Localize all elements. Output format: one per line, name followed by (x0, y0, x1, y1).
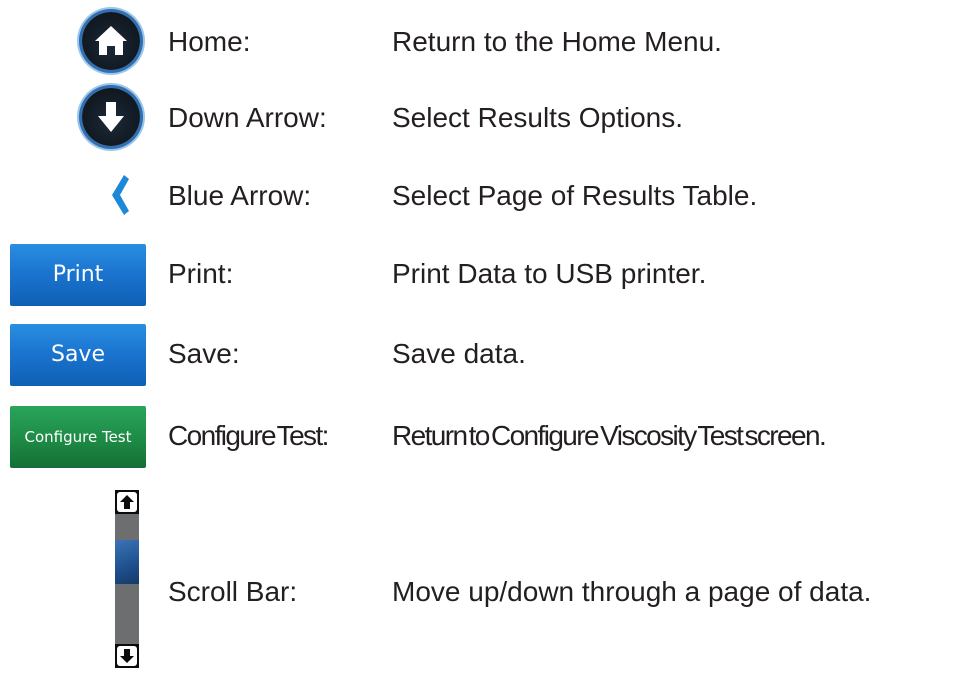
scroll-thumb[interactable] (115, 540, 139, 584)
legend-term: Down Arrow: (168, 102, 327, 133)
scroll-track[interactable] (115, 514, 139, 644)
legend-term: Home: (168, 26, 251, 57)
legend-term: Save: (168, 338, 240, 369)
legend-term: Print: (168, 258, 234, 289)
legend-term: Scroll Bar: (168, 576, 298, 607)
legend-term: Configure Test: (168, 420, 329, 451)
legend-description: Return to Configure Viscosity Test scree… (392, 420, 827, 451)
legend-description: Print Data to USB printer. (392, 258, 707, 289)
legend-description: Select Page of Results Table. (392, 180, 758, 211)
legend-term: Blue Arrow: (168, 180, 312, 211)
home-icon[interactable] (82, 12, 140, 70)
legend-description: Select Results Options. (392, 102, 684, 133)
legend-description: Save data. (392, 338, 526, 369)
scroll-bar-icon[interactable] (115, 490, 139, 668)
scroll-down-button[interactable] (115, 644, 139, 668)
legend-description: Move up/down through a page of data. (392, 576, 872, 607)
save-button[interactable]: Save (10, 324, 146, 386)
configure-test-button[interactable]: Configure Test (10, 406, 146, 468)
arrow-up-icon (117, 492, 137, 512)
scroll-up-button[interactable] (115, 490, 139, 514)
down-arrow-icon[interactable] (82, 88, 140, 146)
legend-description: Return to the Home Menu. (392, 26, 722, 57)
blue-arrow-left-icon[interactable] (108, 174, 130, 216)
arrow-down-icon (117, 646, 137, 666)
print-button[interactable]: Print (10, 244, 146, 306)
